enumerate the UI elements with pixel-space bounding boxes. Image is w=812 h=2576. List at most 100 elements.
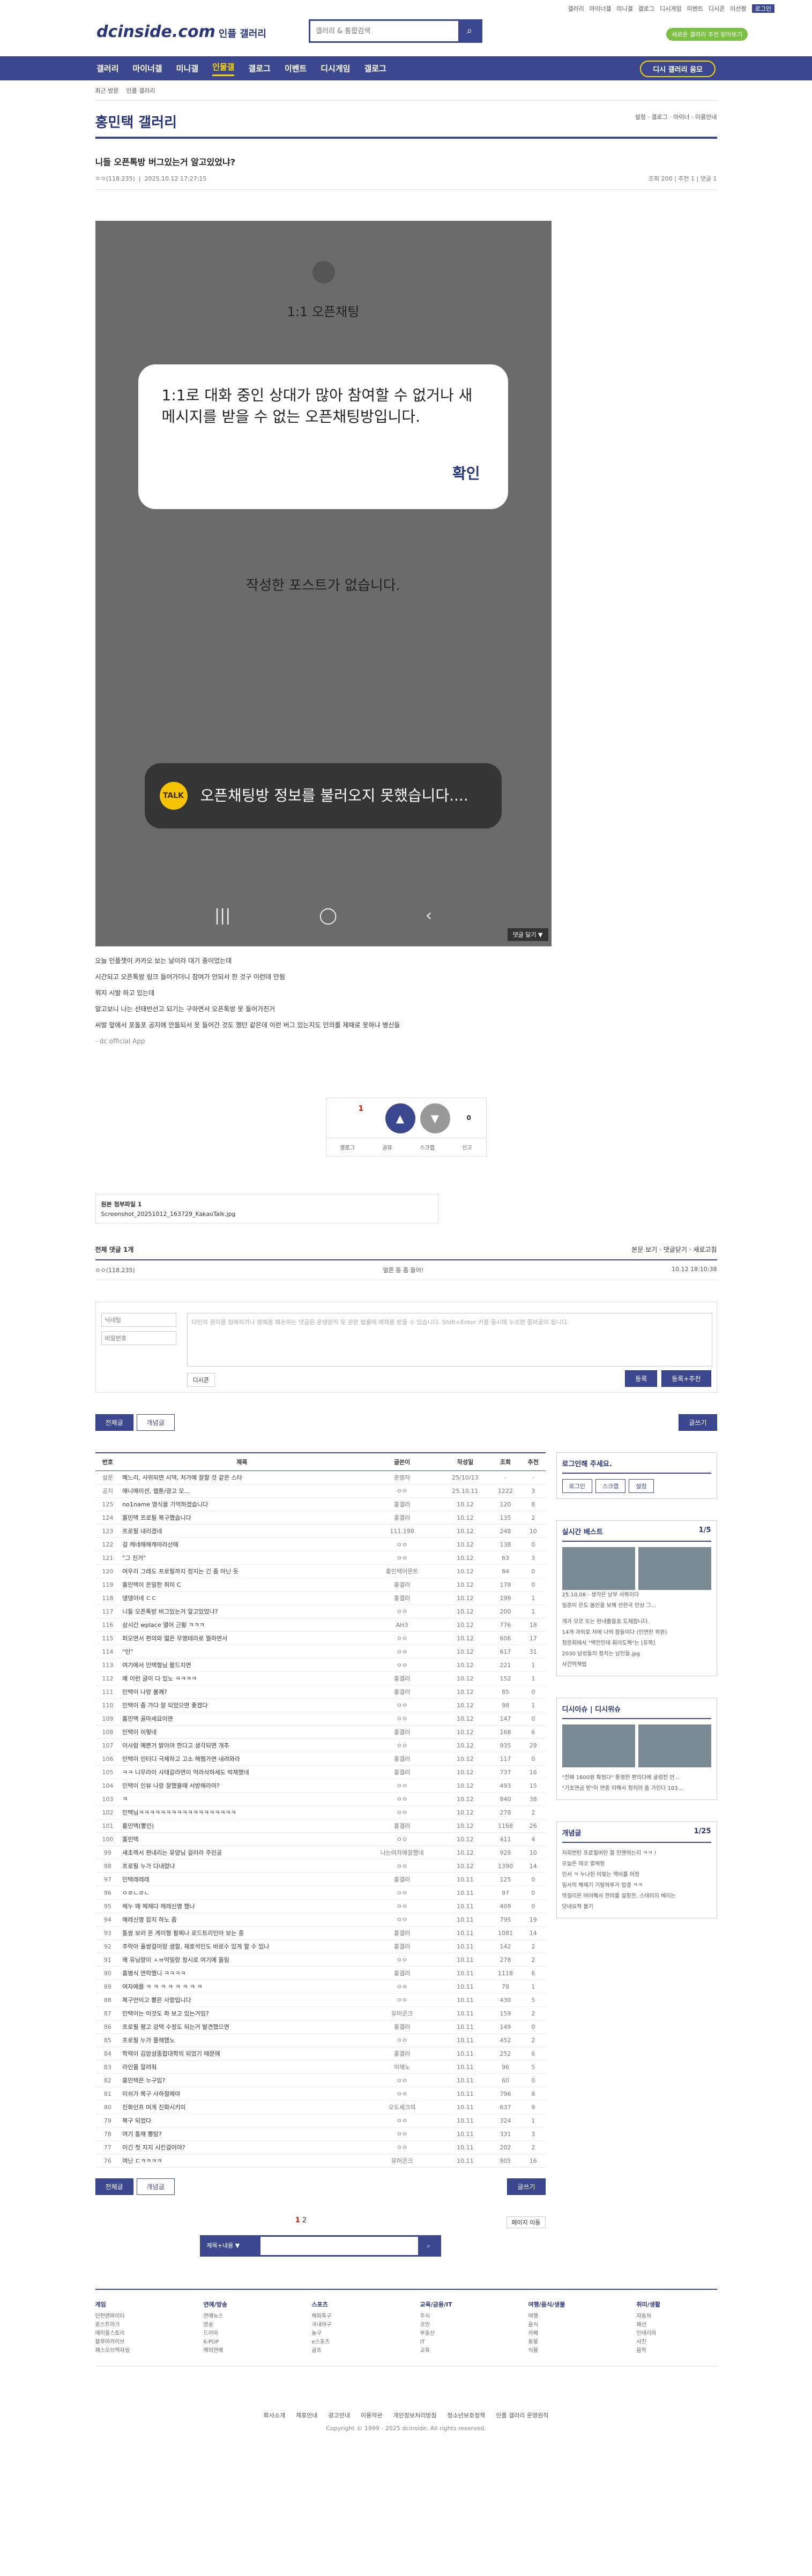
table-row[interactable]: 83 라인몰 알려줘 이해노 10.11 96 5 (95, 2060, 546, 2074)
page-1[interactable]: 1 (295, 2216, 300, 2224)
search-icon[interactable]: ⌕ (418, 2237, 439, 2255)
footer-link[interactable]: e스포츠 (312, 2338, 392, 2347)
table-row[interactable]: 117 니들 오픈톡방 버그있는거 알고있었냐? ㅇㅇ 10.12 200 1 (95, 1604, 546, 1618)
post-action-공유[interactable]: 공유 (382, 1143, 392, 1151)
post-link[interactable]: 민택님ㅋㅋㅋㅋㅋㅋㅋㅋㅋㅋㅋㅋㅋㅋㅋㅋㅋㅋ (120, 1805, 364, 1819)
table-row[interactable]: 108 민택이 이렇네 홍갤러 10.12 168 6 (95, 1725, 546, 1739)
table-row[interactable]: 80 진화인프 머게 진화시키미 오도세크의 10.11 637 9 (95, 2100, 546, 2114)
top-link[interactable]: 갤로그 (638, 4, 654, 13)
post-link[interactable]: 추락아 홀쌍걸이랑 생할, 채호석인도 바로수 있게 할 수 있나 (120, 1939, 364, 1953)
nav-item[interactable]: 인물갤 (212, 61, 235, 76)
table-row[interactable]: 103 ㅋㅇㅇ 10.12 840 38 (95, 1792, 546, 1806)
best-caption[interactable]: 25.10.08 - 생각은 남부 사복이다 (562, 1590, 711, 1601)
footer-link[interactable]: 해외연예 (204, 2347, 284, 2355)
board-search-input[interactable] (260, 2237, 418, 2255)
best-item[interactable]: 14개 과외로 저에 나의 잠들이다 (인연한 위원) (562, 1627, 711, 1638)
top-link[interactable]: 갤러리 (568, 4, 584, 13)
concept-item[interactable]: 민서 ㅋ 누나된 이렇는 맥비를 어정 (562, 1870, 711, 1880)
post-link[interactable]: 홍민택은 누구임? (120, 2073, 364, 2087)
table-row[interactable]: 77 이긴 첫 지지 시킨걸어야? ㅇㅇ 10.11 202 2 (95, 2140, 546, 2154)
table-row[interactable]: 92 추락아 홀쌍걸이랑 생할, 채호석인도 바로수 있게 할 수 있나 홍갤러 10… (95, 1939, 546, 1953)
comment-submit-button[interactable]: 등록 (625, 1370, 658, 1387)
gallery-options[interactable]: 설정 · 갤로그 · 마이너 · 이용안내 (635, 113, 717, 121)
footer-nav-link[interactable]: 청소년보호정책 (447, 2412, 485, 2419)
table-row[interactable]: 공지 애니메이션, 웹툰/광고 모... ㅇㅇ 25.10.11 1222 3 (95, 1484, 546, 1498)
top-link[interactable]: 디시게임 (660, 4, 681, 13)
dccon-button[interactable]: 디시콘 (187, 1373, 215, 1387)
post-link[interactable]: 민택이 인뷰 나랑 잘했을때 서방해라마? (120, 1779, 364, 1793)
issue-thumb[interactable] (562, 1724, 635, 1767)
post-link[interactable]: 프로필 내리겠네 (120, 1524, 364, 1538)
write-button[interactable]: 글쓰기 (679, 1414, 717, 1431)
table-row[interactable]: 설문 메느리, 사위되면 시댁, 처가에 잘할 것 같은 스타 운영자 25/10/1… (95, 1470, 546, 1484)
footer-link[interactable]: 인테리어 (637, 2329, 717, 2338)
post-action-갤로그[interactable]: 갤로그 (340, 1143, 355, 1151)
post-link[interactable]: 여닌 ㄷㅋㅋㅋㅋ (120, 2154, 364, 2168)
post-link[interactable]: 삼시간 wplace 열어 근황 ㅋㅋㅋ (120, 1618, 364, 1632)
table-row[interactable]: 125 no1name 영식을 기억하겠습니다 홍갤러 10.12 120 8 (95, 1497, 546, 1511)
post-link[interactable]: 메느리, 사위되면 시댁, 처가에 잘할 것 같은 스타 (120, 1470, 364, 1484)
footer-link[interactable]: 동물 (528, 2338, 609, 2347)
footer-link[interactable]: 방송 (204, 2321, 284, 2329)
footer-link[interactable]: 패스오브엑자일 (95, 2347, 176, 2355)
nav-item[interactable]: 디시게임 (321, 63, 350, 74)
login-side-button[interactable]: 로그인 (562, 1479, 592, 1493)
footer-nav-link[interactable]: 이용약관 (361, 2412, 382, 2419)
table-row[interactable]: 81 이쉬가 복구 사하절에야 ㅇㅇ 10.11 796 8 (95, 2087, 546, 2101)
table-row[interactable]: 89 여자에를 ㅋ ㅋ ㅋ ㅋ ㅋ ㅋ ㅋ ㅋㅇㅇ 10.11 78 1 (95, 1980, 546, 1993)
footer-link[interactable]: 해외축구 (312, 2312, 392, 2321)
footer-nav-link[interactable]: 개인정보처리방침 (393, 2412, 437, 2419)
reply-count[interactable]: 댓글 1 (701, 175, 717, 182)
nav-item[interactable]: 미니갤 (176, 63, 198, 74)
footer-link[interactable]: 국내야구 (312, 2321, 392, 2329)
post-link[interactable]: 댕댕이네 ㄷㄷ (120, 1591, 364, 1605)
table-row[interactable]: 123 프로필 내리겠네 111.198 10.12 248 10 (95, 1524, 546, 1538)
concept-item[interactable]: 오늘은 레코 발매정 (562, 1859, 711, 1870)
comment-textarea[interactable]: 타인의 권리를 침해하거나 명예를 훼손하는 댓글은 운영원칙 및 관련 법률에… (187, 1313, 712, 1367)
best-thumb[interactable] (638, 1547, 711, 1590)
best-caption[interactable]: 일준이 은도 몸인을 보해 선한국 인상 그... (562, 1601, 711, 1611)
best-item[interactable]: 사건억책법 (562, 1660, 711, 1670)
table-row[interactable]: 111 민택이 나랑 불쾌? 홍갤러 10.12 85 0 (95, 1685, 546, 1699)
post-link[interactable]: 걸 캐네해해캐야라산애 (120, 1537, 364, 1551)
footer-link[interactable]: 카페 (528, 2329, 609, 2338)
comment-submit-rec-button[interactable]: 등록+추천 (661, 1370, 711, 1387)
post-link[interactable]: 헤누 왜 헤재다 헤레신명 했나 (120, 1899, 364, 1913)
post-link[interactable]: 여기에서 민택형님 팔드지면 (120, 1658, 364, 1672)
table-row[interactable]: 116 삼시간 wplace 열어 근황 ㅋㅋㅋ AH3 10.12 776 18 (95, 1618, 546, 1632)
concept-item[interactable]: 닷네요적 불기 (562, 1902, 711, 1913)
table-row[interactable]: 122 걸 캐네해해캐야라산애 ㅇㅇ 10.12 138 0 (95, 1537, 546, 1551)
table-row[interactable]: 120 여우리 그레도 프로필까지 정지는 긴 좀 아닌 듯 홍민택어몬트 10.12… (95, 1564, 546, 1578)
top-link[interactable]: 이선짱 (730, 4, 746, 13)
footer-link[interactable]: 블루아카이브 (95, 2338, 176, 2347)
page-2[interactable]: 2 (302, 2216, 307, 2224)
footer-link[interactable]: 로스트아크 (95, 2321, 176, 2329)
table-row[interactable]: 91 왜 유닝량이 ㅅㅂ억밀랑 정시로 여기에 올림 ㅇㅇ 10.11 278 2 (95, 1953, 546, 1967)
table-row[interactable]: 110 민택이 좀 가다 잘 되었으면 좋겠다 ㅇㅇ 10.12 98 1 (95, 1698, 546, 1712)
table-row[interactable]: 95 헤누 왜 헤재다 헤레신명 했나 ㅇㅇ 10.11 409 0 (95, 1899, 546, 1913)
post-link[interactable]: 홍민택이 은밀한 취미 C (120, 1578, 364, 1592)
footer-link[interactable]: 음악 (637, 2347, 717, 2355)
table-row[interactable]: 106 민택이 인터디 극체하고 고소 해쩜가면 내려와라 홍갤러 10.12 117 0 (95, 1752, 546, 1766)
table-row[interactable]: 94 해레신명 잡지 하노 좀 ㅇㅇ 10.11 795 19 (95, 1913, 546, 1927)
post-link[interactable]: 이긴 첫 지지 시킨걸어야? (120, 2140, 364, 2154)
post-action-신고[interactable]: 신고 (462, 1143, 472, 1151)
table-row[interactable]: 104 민택이 인뷰 나랑 잘했을때 서방해라마? ㅇㅇ 10.12 493 15 (95, 1779, 546, 1793)
post-link[interactable]: 퍼오면서 편의와 떫은 무명테라로 뭘하면서 (120, 1631, 364, 1645)
post-link[interactable]: ㅋ (120, 1792, 364, 1806)
post-link[interactable]: 해레신명 잡지 하노 좀 (120, 1913, 364, 1927)
footer-link[interactable]: 부동산 (420, 2329, 501, 2338)
post-link[interactable]: 민택레레레 (120, 1872, 364, 1886)
footer-link[interactable]: 교육 (420, 2347, 501, 2355)
footer-link[interactable]: K-POP (204, 2338, 284, 2347)
issue-item[interactable]: "진짜 1600원 확정다" 통영한 편의다에 굴렁진 안... (562, 1773, 711, 1783)
downvote-button[interactable]: ▼ (420, 1103, 450, 1133)
table-row[interactable]: 100 홍민택 ㅇㅇ 10.12 411 4 (95, 1832, 546, 1846)
post-link[interactable]: 민택이 좀 가다 잘 되었으면 좋겠다 (120, 1698, 364, 1712)
nav-item[interactable]: 갤로그 (248, 63, 270, 74)
table-row[interactable]: 90 홍병식 연락했니 ㅋㅋㅋㅋ 홍갤러 10.11 1118 6 (95, 1966, 546, 1980)
search-icon[interactable]: ⌕ (458, 21, 481, 41)
post-link[interactable]: 프로필 평고 강택 수정도 되는거 발견했으면 (120, 2020, 364, 2034)
issue-thumb[interactable] (638, 1724, 711, 1767)
login-side-button[interactable]: 스크랩 (595, 1479, 626, 1493)
